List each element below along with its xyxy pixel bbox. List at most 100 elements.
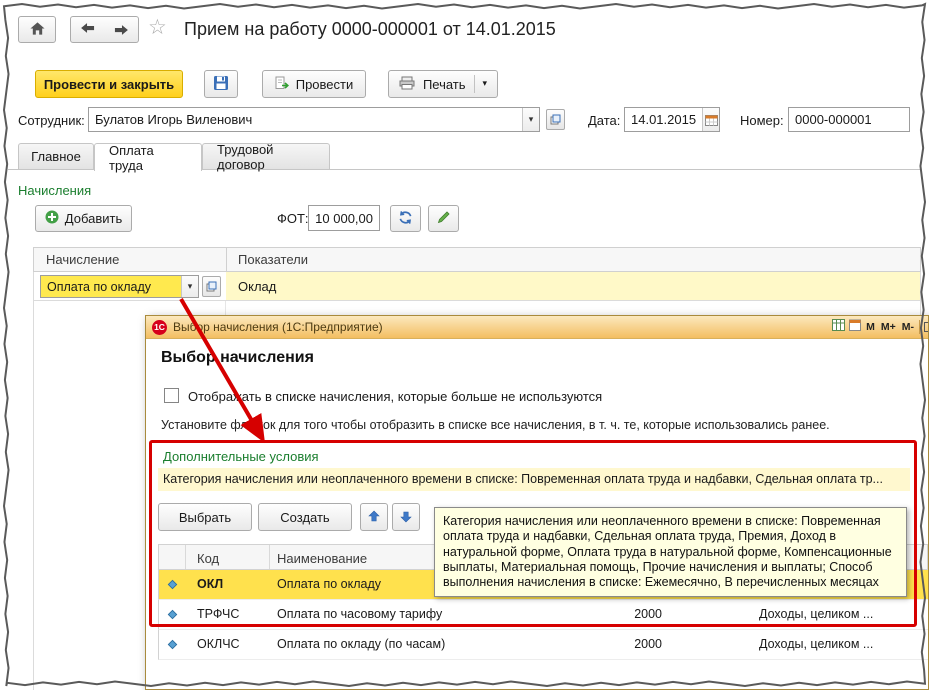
accrual-dropdown-icon[interactable]: ▾	[181, 276, 198, 297]
home-button[interactable]	[18, 16, 56, 43]
row-name: Оплата по окладу	[277, 577, 381, 591]
select-button-label: Выбрать	[179, 510, 231, 525]
move-down-button[interactable]	[392, 503, 420, 531]
employee-dropdown-icon[interactable]: ▾	[522, 108, 539, 131]
add-button[interactable]: Добавить	[35, 205, 132, 232]
calendar-tool-icon[interactable]	[849, 319, 861, 334]
number-label: Номер:	[740, 113, 784, 128]
table-border-left	[33, 301, 34, 690]
dialog-title: Выбор начисления	[161, 349, 314, 367]
recalculate-button[interactable]	[390, 205, 421, 232]
indicator-value: Оклад	[238, 279, 276, 294]
accrual-open-button[interactable]	[202, 276, 221, 297]
post-and-close-button[interactable]: Провести и закрыть	[35, 70, 183, 98]
row-col3: 2000	[574, 607, 662, 621]
open-icon	[550, 114, 561, 125]
dialog-window-title: Выбор начисления (1С:Предприятие)	[173, 320, 383, 334]
column-header-indicators[interactable]: Показатели	[238, 252, 308, 267]
memory-button[interactable]: М	[865, 321, 876, 333]
arrow-up-icon	[368, 510, 380, 525]
tab-payroll-label: Оплата труда	[109, 143, 187, 173]
post-icon	[275, 76, 290, 93]
accrual-combo-field[interactable]: Оплата по окладу ▾	[40, 275, 199, 298]
dialog-titlebar-buttons: М М+ М-	[832, 319, 928, 334]
edit-button[interactable]	[428, 205, 459, 232]
tab-contract-label: Трудовой договор	[217, 142, 315, 172]
conditions-filter-bar: Категория начисления или неоплаченного в…	[158, 468, 910, 491]
employee-label: Сотрудник:	[18, 113, 85, 128]
filter-tooltip: Категория начисления или неоплаченного в…	[434, 507, 907, 597]
post-label: Провести	[296, 77, 354, 92]
number-value: 0000-000001	[789, 108, 909, 131]
accruals-section-title: Начисления	[18, 183, 91, 198]
memory-plus-button[interactable]: М+	[880, 321, 897, 333]
show-unused-checkbox[interactable]	[164, 388, 179, 403]
select-button[interactable]: Выбрать	[158, 503, 252, 531]
column-header-accrual[interactable]: Начисление	[46, 252, 119, 267]
maximize-icon[interactable]	[924, 322, 928, 332]
forward-icon	[114, 24, 129, 36]
tab-payroll[interactable]: Оплата труда	[94, 143, 202, 171]
post-and-close-label: Провести и закрыть	[44, 77, 174, 92]
dialog-hint: Установите флажок для того чтобы отобраз…	[161, 418, 830, 432]
list-item-trfchs[interactable]: ТРФЧС Оплата по часовому тарифу 2000 Дох…	[158, 600, 928, 630]
print-label: Печать	[423, 77, 466, 92]
save-button[interactable]	[204, 70, 238, 98]
row-name: Оплата по часовому тарифу	[277, 607, 442, 621]
table-view-icon[interactable]	[832, 319, 845, 334]
column-header-code[interactable]: Код	[197, 551, 219, 566]
accrual-diamond-icon	[167, 609, 178, 623]
forward-button[interactable]	[104, 16, 139, 43]
memory-minus-button[interactable]: М-	[901, 321, 915, 333]
pencil-icon	[437, 210, 451, 227]
print-menu-arrow-icon[interactable]: ▾	[483, 79, 488, 89]
conditions-filter-text: Категория начисления или неоплаченного в…	[158, 468, 910, 486]
page-title: Прием на работу 0000-000001 от 14.01.201…	[184, 19, 556, 40]
dialog-titlebar[interactable]: 1С Выбор начисления (1С:Предприятие) М М…	[146, 316, 928, 339]
create-button-label: Создать	[280, 510, 329, 525]
conditions-title: Дополнительные условия	[163, 449, 319, 464]
indicator-cell[interactable]: Оклад	[226, 272, 920, 300]
date-value: 14.01.2015	[625, 108, 702, 131]
screenshot-root: ☆ Прием на работу 0000-000001 от 14.01.2…	[0, 0, 929, 690]
save-icon	[213, 75, 229, 94]
print-button[interactable]: Печать ▾	[388, 70, 498, 98]
create-button[interactable]: Создать	[258, 503, 352, 531]
printer-icon	[399, 76, 415, 93]
selection-dialog: 1С Выбор начисления (1С:Предприятие) М М…	[145, 315, 929, 690]
move-up-button[interactable]	[360, 503, 388, 531]
row-col4: Доходы, целиком ...	[759, 637, 873, 651]
1c-logo-icon: 1С	[152, 320, 167, 335]
employee-field[interactable]: Булатов Игорь Виленович ▾	[88, 107, 540, 132]
row-code: ТРФЧС	[197, 607, 239, 621]
accrual-table-row[interactable]: Оклад Оплата по окладу ▾	[33, 272, 921, 301]
favorite-star-icon[interactable]: ☆	[148, 15, 167, 39]
open-icon	[206, 281, 217, 292]
number-field[interactable]: 0000-000001	[788, 107, 910, 132]
home-icon	[29, 21, 46, 39]
add-plus-icon	[45, 210, 59, 227]
back-button[interactable]	[70, 16, 105, 43]
employee-open-button[interactable]	[546, 109, 565, 130]
row-code: ОКЛЧС	[197, 637, 240, 651]
fot-field[interactable]: 10 000,00	[308, 205, 380, 231]
fot-value: 10 000,00	[309, 206, 379, 230]
row-code: ОКЛ	[197, 577, 223, 591]
tab-main[interactable]: Главное	[18, 143, 94, 169]
column-header-name[interactable]: Наименование	[277, 551, 367, 566]
tab-contract[interactable]: Трудовой договор	[202, 143, 330, 169]
back-icon	[80, 22, 95, 37]
refresh-icon	[398, 210, 413, 228]
row-col4: Доходы, целиком ...	[759, 607, 873, 621]
calendar-icon[interactable]	[702, 108, 719, 131]
accrual-diamond-icon	[167, 639, 178, 653]
accruals-table-header: Начисление Показатели	[33, 247, 921, 272]
row-name: Оплата по окладу (по часам)	[277, 637, 445, 651]
employee-value: Булатов Игорь Виленович	[89, 108, 522, 131]
show-unused-label: Отображать в списке начисления, которые …	[188, 389, 602, 404]
arrow-down-icon	[400, 511, 412, 523]
post-button[interactable]: Провести	[262, 70, 366, 98]
accrual-value: Оплата по окладу	[41, 276, 181, 297]
list-item-oklchs[interactable]: ОКЛЧС Оплата по окладу (по часам) 2000 Д…	[158, 630, 928, 660]
date-field[interactable]: 14.01.2015	[624, 107, 720, 132]
